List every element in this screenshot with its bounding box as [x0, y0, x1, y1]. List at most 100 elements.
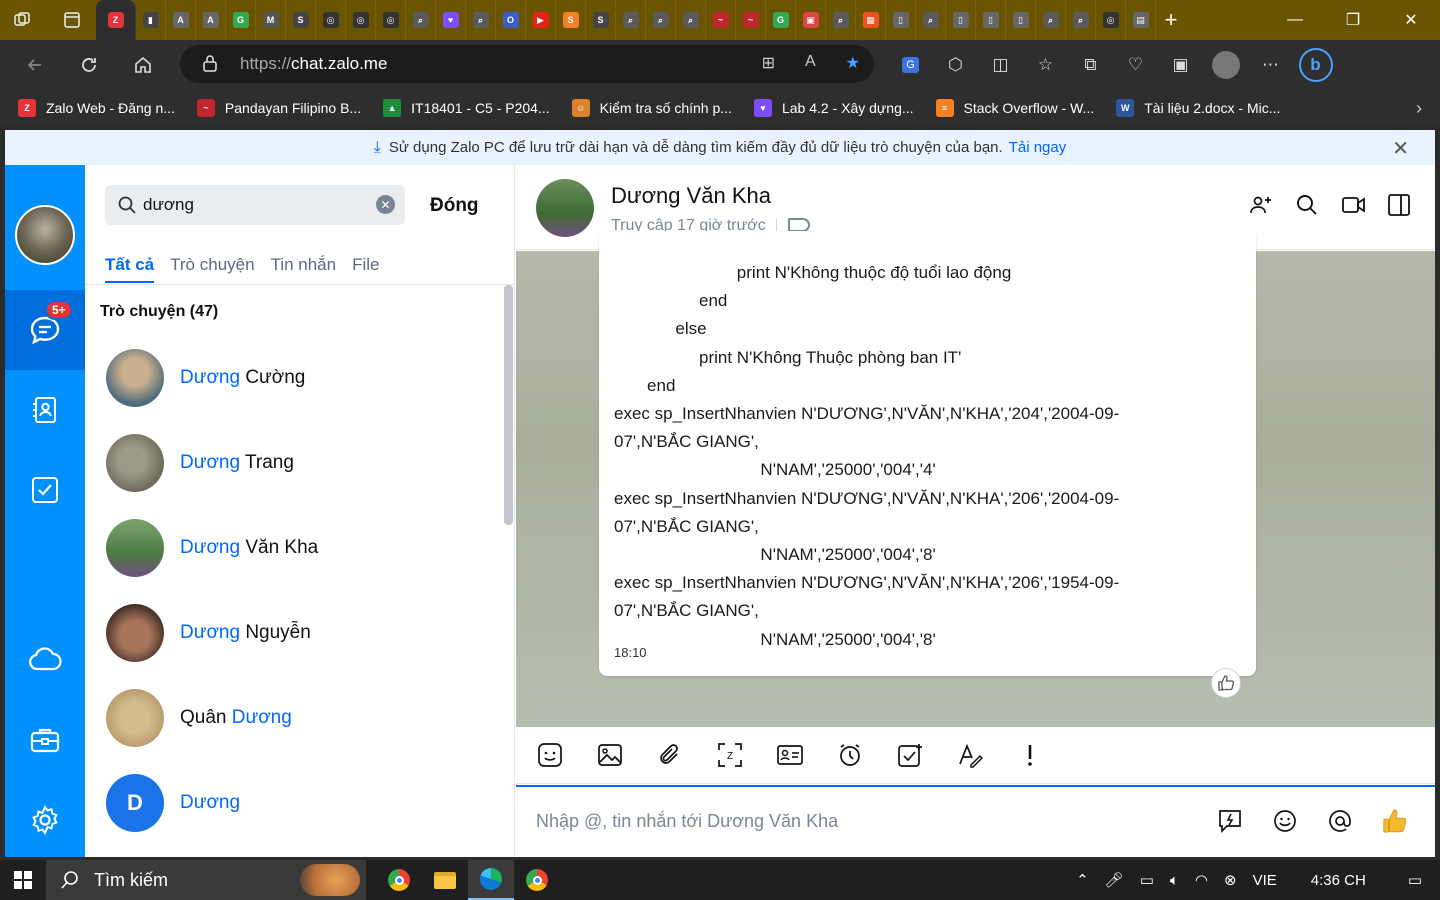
nav-cloud[interactable]	[5, 620, 85, 700]
scrollbar[interactable]	[504, 285, 513, 525]
tab[interactable]: ◎	[376, 0, 406, 40]
tab[interactable]: ▤	[1126, 0, 1156, 40]
avatar[interactable]	[15, 205, 75, 265]
text-format-icon[interactable]	[956, 741, 984, 769]
refresh-button[interactable]	[62, 45, 116, 85]
url-field[interactable]: https://chat.zalo.me ⊞ A ★	[180, 45, 874, 83]
favorite-zalo[interactable]: Z Zalo Web - Đăng n...	[18, 99, 175, 117]
mention-icon[interactable]	[1326, 807, 1354, 835]
tab[interactable]: S	[556, 0, 586, 40]
favorite-lab[interactable]: ♥ Lab 4.2 - Xây dựng...	[753, 99, 914, 117]
performance-icon[interactable]: ♡	[1113, 46, 1158, 84]
tab[interactable]: ⌕	[826, 0, 856, 40]
chrome-profile-icon[interactable]	[514, 860, 560, 900]
favorite-stackoverflow[interactable]: ≡ Stack Overflow - W...	[935, 99, 1094, 117]
split-screen-icon[interactable]: ◫	[978, 46, 1023, 84]
thumbs-up-icon[interactable]	[1381, 807, 1409, 835]
collections-icon[interactable]: ⧉	[1068, 46, 1113, 84]
tab[interactable]: A	[166, 0, 196, 40]
image-icon[interactable]	[596, 741, 624, 769]
tab[interactable]: ▮	[136, 0, 166, 40]
tab[interactable]: G	[226, 0, 256, 40]
nav-settings[interactable]	[5, 780, 85, 857]
favorite-kiem-tra[interactable]: ☺ Kiểm tra số chính p...	[571, 99, 732, 117]
nav-toolbox[interactable]	[5, 700, 85, 780]
file-explorer-icon[interactable]	[422, 860, 468, 900]
tab[interactable]: ⌕	[676, 0, 706, 40]
tab[interactable]: ▶	[526, 0, 556, 40]
quick-message-icon[interactable]	[1216, 807, 1244, 835]
chevron-up-icon[interactable]: ⌃	[1076, 871, 1089, 889]
video-call-icon[interactable]	[1341, 193, 1365, 217]
tab[interactable]: ◎	[346, 0, 376, 40]
favorite-it18401[interactable]: ▲ IT18401 - C5 - P204...	[383, 99, 550, 117]
chrome-icon[interactable]	[376, 860, 422, 900]
back-button[interactable]	[8, 45, 62, 85]
nav-contacts[interactable]	[5, 370, 85, 450]
list-item[interactable]: Dương Nguyễn	[85, 590, 505, 675]
chevron-right-icon[interactable]: ›	[1416, 98, 1422, 119]
tab[interactable]: ▣	[796, 0, 826, 40]
tab[interactable]: ~	[706, 0, 736, 40]
tab[interactable]: ⌕	[1036, 0, 1066, 40]
language-indicator[interactable]: VIE	[1253, 872, 1277, 889]
tag-icon[interactable]	[788, 218, 810, 232]
tab[interactable]: ⌕	[406, 0, 436, 40]
like-reaction-icon[interactable]	[1211, 668, 1241, 698]
no-network-icon[interactable]: ⊗	[1224, 871, 1237, 889]
tab[interactable]: ⌕	[646, 0, 676, 40]
list-item[interactable]: D Dương	[85, 760, 505, 845]
favorite-star-icon[interactable]: ★	[846, 53, 860, 73]
list-item[interactable]: Dương Văn Kha	[85, 505, 505, 590]
workspaces-icon[interactable]	[8, 6, 36, 34]
tab[interactable]: ▯	[976, 0, 1006, 40]
tab-messages[interactable]: Tin nhắn	[271, 255, 337, 283]
wifi-icon[interactable]: ◠	[1195, 871, 1208, 889]
download-link[interactable]: Tải ngay	[1009, 139, 1067, 156]
contact-card-icon[interactable]	[776, 741, 804, 769]
add-member-icon[interactable]	[1249, 193, 1273, 217]
clock[interactable]: 4:36 CH	[1311, 872, 1366, 889]
favorites-icon[interactable]: ☆	[1023, 46, 1068, 84]
tab[interactable]: ⌕	[1066, 0, 1096, 40]
sidebar-toggle-icon[interactable]	[1387, 193, 1411, 217]
clear-search-icon[interactable]: ✕	[376, 195, 395, 214]
app-available-icon[interactable]: ⊞	[762, 53, 775, 73]
tab[interactable]: ▯	[946, 0, 976, 40]
tab[interactable]: ⌕	[616, 0, 646, 40]
translate-icon[interactable]: G	[888, 46, 933, 84]
microphone-icon[interactable]: 🎤︎	[1105, 871, 1124, 889]
battery-icon[interactable]: ▭	[1140, 871, 1154, 889]
more-options-icon[interactable]: ⋯	[1248, 46, 1293, 84]
emoji-icon[interactable]	[1271, 807, 1299, 835]
tab-all[interactable]: Tất cả	[105, 255, 155, 283]
screenshot-icon[interactable]: Z	[716, 741, 744, 769]
windows-start-icon[interactable]	[0, 860, 46, 900]
tab-files[interactable]: File	[352, 255, 379, 283]
tab[interactable]: G	[766, 0, 796, 40]
tab[interactable]: M	[256, 0, 286, 40]
nav-messages[interactable]: 5+	[5, 290, 85, 370]
search-icon[interactable]	[1295, 193, 1319, 217]
favorite-pandayan[interactable]: ~ Pandayan Filipino B...	[196, 99, 361, 117]
tab[interactable]: A	[196, 0, 226, 40]
avatar[interactable]	[536, 179, 594, 237]
new-tab-button[interactable]: +	[1156, 0, 1186, 40]
search-input[interactable]: dương ✕	[105, 185, 405, 225]
profile-icon[interactable]	[1203, 46, 1248, 84]
tab[interactable]: S	[586, 0, 616, 40]
reminder-clock-icon[interactable]	[836, 741, 864, 769]
copilot-icon[interactable]: b	[1293, 46, 1338, 84]
attachment-icon[interactable]	[656, 741, 684, 769]
extensions-icon[interactable]: ⬡	[933, 46, 978, 84]
task-icon[interactable]	[896, 741, 924, 769]
message-bubble[interactable]: print N'Không thuộc độ tuổi lao động end…	[599, 231, 1256, 676]
edge-icon[interactable]	[468, 860, 514, 900]
close-window-button[interactable]: ✕	[1382, 0, 1440, 40]
tab[interactable]: ⌕	[916, 0, 946, 40]
urgent-icon[interactable]	[1016, 741, 1044, 769]
close-search-button[interactable]: Đóng	[430, 195, 479, 217]
maximize-button[interactable]: ❐	[1324, 0, 1382, 40]
tab-chats[interactable]: Trò chuyện	[170, 255, 254, 283]
notification-icon[interactable]: ▭	[1408, 871, 1422, 889]
